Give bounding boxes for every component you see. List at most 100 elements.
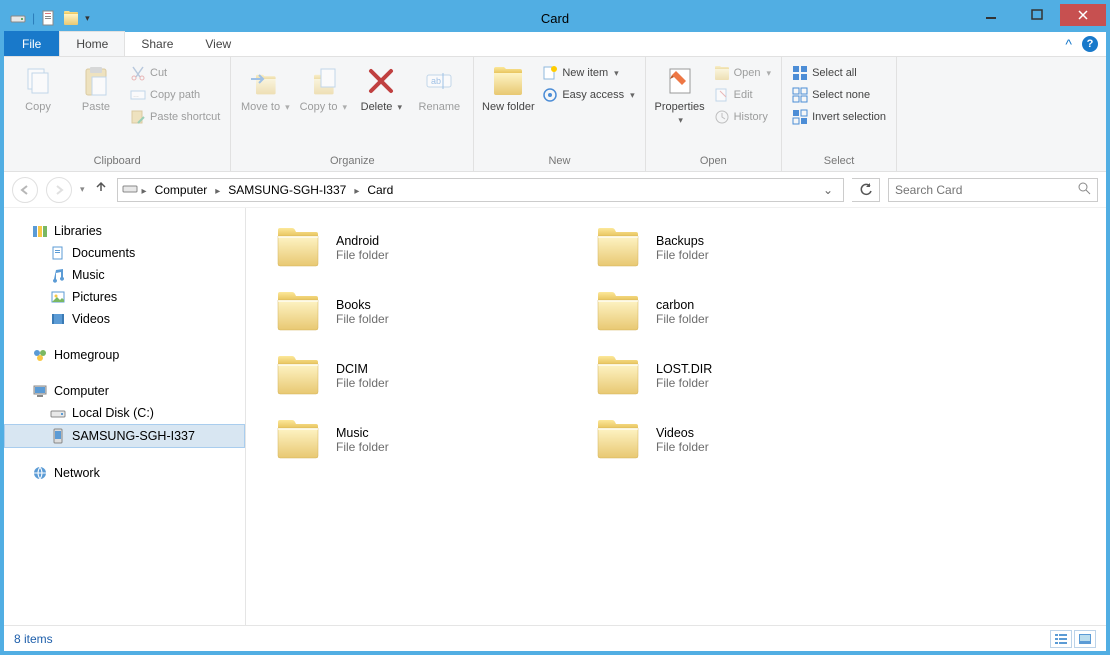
folder-item[interactable]: MusicFile folder [270, 412, 590, 468]
body: Libraries Documents Music Pictures Video… [4, 208, 1106, 625]
group-label-new: New [480, 153, 638, 171]
select-none-icon [792, 87, 808, 103]
easy-access-icon [542, 87, 558, 103]
folder-item[interactable]: BackupsFile folder [590, 220, 910, 276]
tree-libraries[interactable]: Libraries [4, 220, 245, 242]
refresh-button[interactable] [852, 178, 880, 202]
item-count: 8 items [14, 632, 53, 646]
select-all-button[interactable]: Select all [788, 63, 890, 83]
recent-locations-dropdown[interactable]: ▾ [80, 184, 85, 195]
close-button[interactable] [1060, 4, 1106, 26]
minimize-button[interactable] [968, 4, 1014, 26]
copy-path-button[interactable]: …Copy path [126, 85, 224, 105]
copy-to-button[interactable]: Copy to [295, 61, 351, 118]
folder-name: Backups [656, 234, 709, 248]
qat-dropdown[interactable]: ▾ [85, 13, 90, 24]
tree-computer[interactable]: Computer [4, 380, 245, 402]
details-view-button[interactable] [1050, 630, 1072, 648]
select-none-button[interactable]: Select none [788, 85, 890, 105]
move-to-button[interactable]: Move to [237, 61, 293, 118]
crumb-device[interactable]: SAMSUNG-SGH-I337 [224, 183, 350, 197]
tree-device-selected[interactable]: SAMSUNG-SGH-I337 [4, 424, 245, 448]
network-icon [32, 465, 48, 481]
device-icon [50, 428, 66, 444]
invert-selection-button[interactable]: Invert selection [788, 107, 890, 127]
back-button[interactable] [12, 177, 38, 203]
up-button[interactable] [93, 179, 109, 200]
history-button[interactable]: History [710, 107, 775, 127]
pictures-icon [50, 289, 66, 305]
folder-type: File folder [336, 312, 389, 326]
breadcrumb-sep[interactable] [213, 183, 222, 197]
cut-button[interactable]: Cut [126, 63, 224, 83]
folder-icon [274, 224, 322, 272]
tree-music[interactable]: Music [4, 264, 245, 286]
tree-documents[interactable]: Documents [4, 242, 245, 264]
folder-item[interactable]: VideosFile folder [590, 412, 910, 468]
open-button[interactable]: Open [710, 63, 775, 83]
folder-type: File folder [656, 440, 709, 454]
navigation-pane[interactable]: Libraries Documents Music Pictures Video… [4, 208, 246, 625]
new-folder-icon [492, 65, 524, 97]
folder-item[interactable]: LOST.DIRFile folder [590, 348, 910, 404]
folder-item[interactable]: AndroidFile folder [270, 220, 590, 276]
videos-icon [50, 311, 66, 327]
file-tab[interactable]: File [4, 31, 59, 56]
properties-icon [664, 65, 696, 97]
breadcrumb-sep[interactable] [352, 183, 361, 197]
ribbon-tabs: File Home Share View ^ ? [4, 32, 1106, 57]
folder-item[interactable]: DCIMFile folder [270, 348, 590, 404]
address-dropdown[interactable]: ⌄ [817, 183, 839, 197]
folder-icon [594, 352, 642, 400]
folder-icon [594, 288, 642, 336]
search-box[interactable] [888, 178, 1098, 202]
copy-button[interactable]: Copy [10, 61, 66, 118]
folder-item[interactable]: carbonFile folder [590, 284, 910, 340]
share-tab[interactable]: Share [125, 31, 189, 56]
edit-button[interactable]: Edit [710, 85, 775, 105]
tree-homegroup[interactable]: Homegroup [4, 344, 245, 366]
help-icon[interactable]: ? [1082, 36, 1098, 52]
nav-row: ▾ Computer SAMSUNG-SGH-I337 Card ⌄ [4, 172, 1106, 208]
tree-videos[interactable]: Videos [4, 308, 245, 330]
paste-button[interactable]: Paste [68, 61, 124, 118]
folder-type: File folder [656, 312, 709, 326]
folder-icon[interactable] [63, 10, 79, 26]
tree-network[interactable]: Network [4, 462, 245, 484]
folder-item[interactable]: BooksFile folder [270, 284, 590, 340]
music-icon [50, 267, 66, 283]
search-input[interactable] [895, 183, 1077, 197]
paste-shortcut-icon [130, 109, 146, 125]
properties-icon[interactable] [41, 10, 57, 26]
rename-button[interactable]: ab Rename [411, 61, 467, 118]
crumb-card[interactable]: Card [363, 183, 397, 197]
maximize-button[interactable] [1014, 4, 1060, 26]
easy-access-button[interactable]: Easy access [538, 85, 638, 105]
view-tab[interactable]: View [189, 31, 247, 56]
ribbon-group-select: Select all Select none Invert selection … [782, 57, 897, 171]
computer-icon [32, 383, 48, 399]
breadcrumb-sep[interactable] [140, 183, 149, 197]
forward-button[interactable] [46, 177, 72, 203]
icons-view-button[interactable] [1074, 630, 1096, 648]
libraries-icon [32, 223, 48, 239]
content-pane[interactable]: AndroidFile folderBackupsFile folderBook… [246, 208, 1106, 625]
minimize-ribbon-icon[interactable]: ^ [1065, 36, 1072, 52]
ribbon-group-organize: Move to Copy to Delete ab Rename Organiz… [231, 57, 474, 171]
tree-pictures[interactable]: Pictures [4, 286, 245, 308]
delete-button[interactable]: Delete [353, 61, 409, 118]
folder-icon [274, 416, 322, 464]
status-bar: 8 items [4, 625, 1106, 651]
crumb-computer[interactable]: Computer [151, 183, 212, 197]
folder-type: File folder [656, 376, 712, 390]
paste-shortcut-button[interactable]: Paste shortcut [126, 107, 224, 127]
folder-icon [594, 224, 642, 272]
group-label-select: Select [788, 153, 890, 171]
address-bar[interactable]: Computer SAMSUNG-SGH-I337 Card ⌄ [117, 178, 844, 202]
new-item-button[interactable]: New item [538, 63, 638, 83]
tree-local-disk[interactable]: Local Disk (C:) [4, 402, 245, 424]
properties-button[interactable]: Properties [652, 61, 708, 131]
home-tab[interactable]: Home [59, 31, 125, 56]
copy-path-icon: … [130, 87, 146, 103]
new-folder-button[interactable]: New folder [480, 61, 536, 118]
